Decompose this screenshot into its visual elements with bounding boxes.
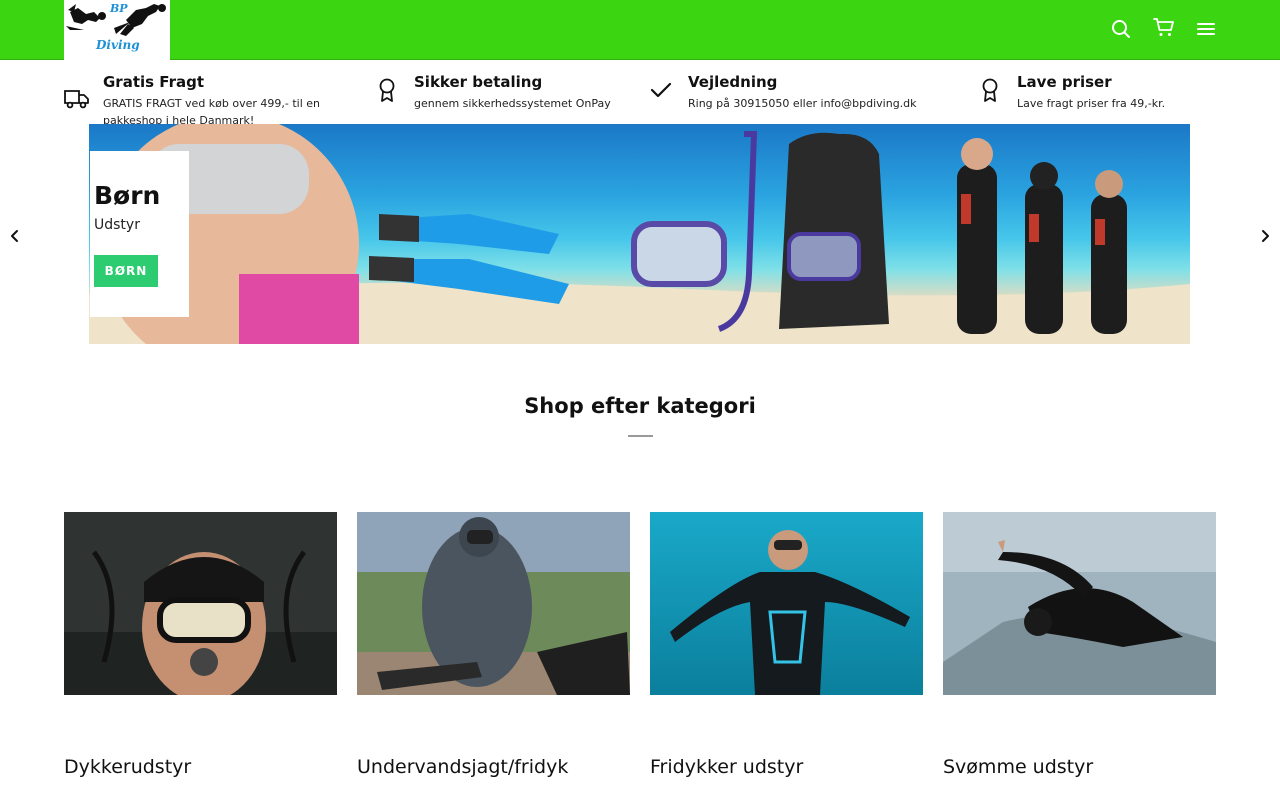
- award-icon: [977, 77, 1003, 103]
- category-label[interactable]: Dykkerudstyr: [64, 756, 191, 778]
- category-image[interactable]: [650, 512, 923, 695]
- category-card-fridykker-udstyr[interactable]: Fridykker udstyr: [650, 512, 923, 778]
- usp-secure-payment: Sikker betaling gennem sikkerhedssysteme…: [374, 61, 634, 123]
- logo-text-bp: BP: [110, 2, 128, 15]
- hero-caption-card: Børn Udstyr BØRN: [90, 151, 189, 317]
- hero-title: Børn: [94, 181, 161, 210]
- hero-illustration: [89, 124, 1190, 344]
- category-image[interactable]: [943, 512, 1216, 695]
- section-title: Shop efter kategori: [524, 394, 756, 418]
- category-card-dykkerudstyr[interactable]: Dykkerudstyr: [64, 512, 337, 778]
- category-label[interactable]: Svømme udstyr: [943, 756, 1093, 778]
- award-icon: [374, 77, 400, 103]
- usp-free-shipping: Gratis Fragt GRATIS FRAGT ved køb over 4…: [64, 61, 364, 127]
- category-label[interactable]: Undervandsjagt/fridyk: [357, 756, 568, 778]
- usp-subtitle: Lave fragt priser fra 49,-kr.: [1017, 97, 1166, 110]
- usp-title: Vejledning: [688, 73, 778, 91]
- hero-banner-image[interactable]: [89, 124, 1190, 344]
- hero-cta-button[interactable]: BØRN: [94, 255, 158, 287]
- section-divider: [628, 435, 653, 437]
- check-icon: [648, 77, 674, 103]
- category-image[interactable]: [357, 512, 630, 695]
- logo[interactable]: BP Diving: [64, 0, 170, 60]
- carousel-next-chevron-right-icon[interactable]: [1255, 226, 1275, 246]
- category-image[interactable]: [64, 512, 337, 695]
- carousel-prev-chevron-left-icon[interactable]: [5, 226, 25, 246]
- truck-icon: [64, 85, 90, 111]
- usp-title: Sikker betaling: [414, 73, 543, 91]
- hero-subtitle: Udstyr: [94, 217, 140, 233]
- usp-low-prices: Lave priser Lave fragt priser fra 49,-kr…: [977, 61, 1207, 123]
- usp-title: Lave priser: [1017, 73, 1112, 91]
- logo-text-diving: Diving: [96, 38, 140, 52]
- search-icon[interactable]: [1108, 16, 1134, 42]
- cart-icon[interactable]: [1151, 14, 1177, 40]
- site-header: BP Diving: [0, 0, 1280, 60]
- usp-subtitle: Ring på 30915050 eller info@bpdiving.dk: [688, 97, 917, 110]
- category-label[interactable]: Fridykker udstyr: [650, 756, 803, 778]
- usp-guidance: Vejledning Ring på 30915050 eller info@b…: [648, 61, 938, 123]
- category-card-svomme-udstyr[interactable]: Svømme udstyr: [943, 512, 1216, 778]
- menu-icon[interactable]: [1193, 16, 1219, 42]
- category-card-undervandsjagt-fridyk[interactable]: Undervandsjagt/fridyk: [357, 512, 630, 778]
- usp-subtitle: gennem sikkerhedssystemet OnPay: [414, 97, 611, 110]
- usp-title: Gratis Fragt: [103, 73, 205, 91]
